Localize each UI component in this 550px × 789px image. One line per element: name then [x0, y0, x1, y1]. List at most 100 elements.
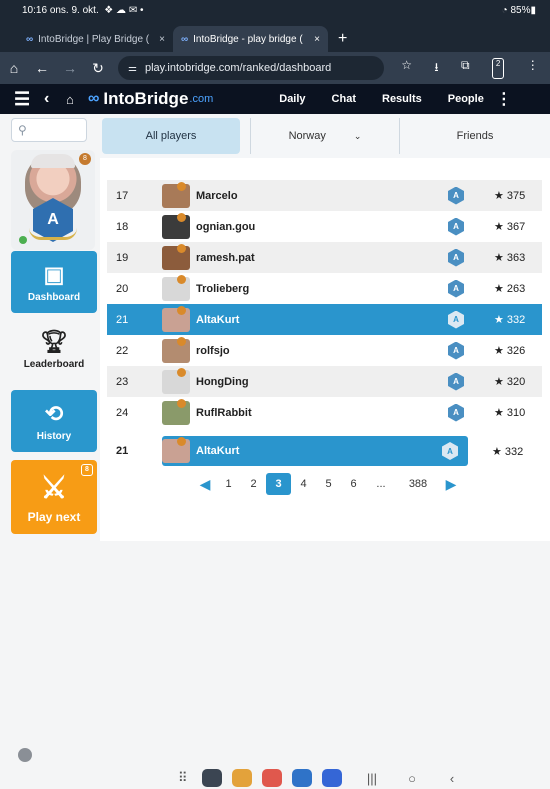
table-row[interactable]: 17 Marcelo A ★ 375	[107, 180, 542, 211]
download-icon[interactable]: ⭳	[434, 58, 438, 79]
trophy-icon: 🏆︎	[40, 328, 68, 354]
play-next-count-badge: 8	[81, 464, 93, 476]
address-bar: ⌂ ← → ↻ ⚌ play.intobridge.com/ranked/das…	[0, 52, 550, 84]
page-ellipsis: ...	[376, 478, 386, 490]
chevron-left-icon[interactable]: ‹	[44, 90, 66, 108]
player-rank: 22	[116, 344, 129, 357]
bookmark-star-icon[interactable]: ☆	[401, 58, 412, 79]
sidebar-item-history[interactable]: ⟲ History	[11, 390, 97, 452]
nav-daily[interactable]: Daily	[279, 93, 305, 105]
country-select[interactable]: Norway ⌄	[250, 118, 400, 154]
level-dot	[177, 274, 186, 284]
level-dot	[177, 181, 186, 191]
site-settings-icon[interactable]: ⚌	[128, 63, 137, 74]
table-row[interactable]: 20 Trolieberg A ★ 263	[107, 273, 542, 304]
search-input[interactable]: ⚲	[11, 118, 87, 142]
chrome-app-icon[interactable]	[232, 769, 252, 787]
tab-switcher-button[interactable]: 2	[491, 57, 505, 79]
forward-arrow-icon[interactable]: →	[56, 60, 84, 76]
table-row[interactable]: 23 HongDing A ★ 320	[107, 366, 542, 397]
table-row[interactable]: 22 rolfsjo A ★ 326	[107, 335, 542, 366]
player-name[interactable]: RuflRabbit	[196, 407, 448, 419]
my-rank-row[interactable]: 21 AltaKurt A ★ 332	[107, 435, 542, 467]
next-page-arrow-icon[interactable]: ▶	[440, 476, 462, 493]
home-icon[interactable]: ⌂	[0, 60, 28, 76]
page-3-current[interactable]: 3	[266, 473, 291, 495]
nav-people[interactable]: People	[448, 93, 484, 105]
rank-shield-icon: A	[448, 372, 464, 391]
brand-logo[interactable]: ∞ IntoBridge .com	[88, 89, 213, 109]
player-avatar	[162, 305, 190, 332]
floating-assistant-icon[interactable]	[18, 748, 32, 762]
player-avatar	[162, 336, 190, 363]
page-5[interactable]: 5	[316, 478, 341, 490]
player-avatar	[162, 181, 190, 208]
my-player-name: AltaKurt	[196, 445, 240, 457]
page-2[interactable]: 2	[241, 478, 266, 490]
tab-all-players[interactable]: All players	[102, 118, 240, 154]
sidebar-item-dashboard[interactable]: ▣ Dashboard	[11, 251, 97, 313]
prev-page-arrow-icon[interactable]: ◀	[194, 476, 216, 493]
table-row[interactable]: 18 ognian.gou A ★ 367	[107, 211, 542, 242]
browser-tab[interactable]: ∞ IntoBridge | Play Bridge ( ×	[18, 26, 173, 52]
app-drawer-icon[interactable]: ⠿	[178, 770, 202, 786]
browser-actions: ☆ ⭳ ⧉ 2 ⋮	[390, 57, 550, 79]
browser-tab-active[interactable]: ∞ IntoBridge - play bridge ( ×	[173, 26, 328, 52]
close-icon[interactable]: ×	[159, 34, 165, 45]
nav-results[interactable]: Results	[382, 93, 422, 105]
pagination: ◀ 1 2 3 4 5 6 ... 388 ▶	[194, 472, 462, 496]
page-1[interactable]: 1	[216, 478, 241, 490]
page-6[interactable]: 6	[341, 478, 366, 490]
player-avatar	[162, 367, 190, 394]
gmail-app-icon[interactable]	[262, 769, 282, 787]
player-score: ★ 367	[494, 221, 526, 233]
player-avatar	[162, 274, 190, 301]
player-avatar	[162, 398, 190, 425]
back-arrow-icon[interactable]: ←	[28, 60, 56, 76]
level-dot	[177, 336, 186, 346]
back-chevron-icon[interactable]: ‹	[432, 771, 472, 786]
outlook-app-icon[interactable]	[292, 769, 312, 787]
player-rank: 18	[116, 220, 129, 233]
nav-chat[interactable]: Chat	[332, 93, 356, 105]
page-4[interactable]: 4	[291, 478, 316, 490]
hamburger-menu-icon[interactable]: ☰	[14, 89, 44, 110]
new-tab-button[interactable]: +	[338, 30, 347, 48]
player-rank: 20	[116, 282, 129, 295]
player-rank: 17	[116, 189, 129, 202]
table-row[interactable]: 24 RuflRabbit A ★ 310	[107, 397, 542, 428]
sidebar-item-play-next[interactable]: 8 ⚔ Play next	[11, 460, 97, 534]
player-name[interactable]: AltaKurt	[196, 314, 448, 326]
url-text: play.intobridge.com/ranked/dashboard	[144, 62, 332, 74]
dropbox-app-icon[interactable]	[322, 769, 342, 787]
translate-icon[interactable]: ⧉	[461, 58, 470, 79]
table-row-current-user[interactable]: 21 AltaKurt A ★ 332	[107, 304, 542, 335]
level-dot	[177, 243, 186, 253]
home-circle-icon[interactable]: ○	[392, 771, 432, 786]
tab-label: All players	[145, 130, 197, 142]
page-last[interactable]: 388	[396, 478, 440, 490]
menu-kebab-icon[interactable]: ⋮	[527, 58, 539, 79]
url-field[interactable]: ⚌ play.intobridge.com/ranked/dashboard	[118, 56, 384, 80]
country-select-value: Norway	[288, 130, 326, 142]
sidebar-item-leaderboard[interactable]: 🏆︎ Leaderboard	[11, 318, 97, 380]
settings-app-icon[interactable]	[202, 769, 222, 787]
player-name[interactable]: rolfsjo	[196, 345, 448, 357]
wifi-icon: ◔	[501, 4, 508, 16]
table-row[interactable]: 19 ramesh.pat A ★ 363	[107, 242, 542, 273]
my-rank: 21	[116, 445, 129, 457]
close-icon[interactable]: ×	[314, 34, 320, 45]
user-avatar[interactable]: 8 A	[11, 150, 95, 250]
player-name[interactable]: Trolieberg	[196, 283, 448, 295]
app-nav-bar: ☰ ‹ ⌂ ∞ IntoBridge .com Daily Chat Resul…	[0, 84, 550, 114]
player-name[interactable]: HongDing	[196, 376, 448, 388]
player-name[interactable]: ognian.gou	[196, 221, 448, 233]
home-icon[interactable]: ⌂	[66, 92, 88, 107]
avatar-hair	[31, 154, 75, 168]
tab-friends[interactable]: Friends	[400, 118, 550, 154]
recents-icon[interactable]: |||	[352, 771, 392, 786]
player-name[interactable]: Marcelo	[196, 190, 448, 202]
player-name[interactable]: ramesh.pat	[196, 252, 448, 264]
more-kebab-icon[interactable]: ⋮	[496, 89, 512, 109]
reload-icon[interactable]: ↻	[84, 60, 112, 77]
